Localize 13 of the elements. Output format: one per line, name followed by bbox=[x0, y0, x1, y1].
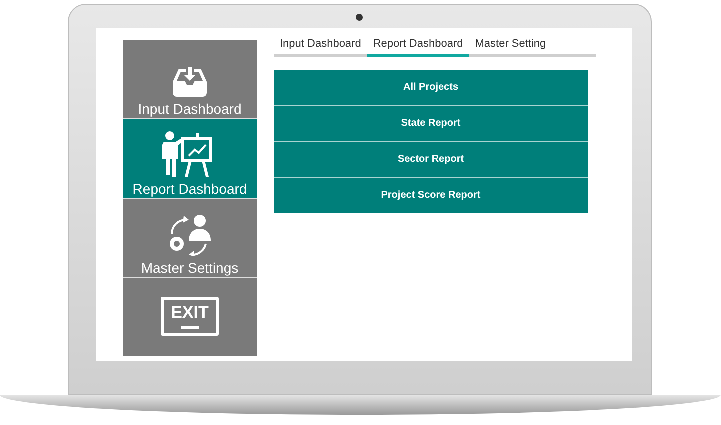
tab[interactable]: Master Setting bbox=[469, 36, 552, 57]
camera-icon bbox=[356, 14, 363, 21]
tab[interactable]: Input Dashboard bbox=[274, 36, 368, 57]
sidebar-item[interactable]: Report Dashboard bbox=[123, 119, 257, 198]
sidebar-item[interactable]: Input Dashboard bbox=[123, 40, 257, 118]
exit-button[interactable]: EXIT bbox=[123, 278, 257, 356]
sidebar-item[interactable]: Master Settings bbox=[123, 198, 257, 277]
report-button[interactable]: Project Score Report bbox=[274, 178, 588, 213]
report-button[interactable]: State Report bbox=[274, 106, 588, 141]
tab[interactable]: Report Dashboard bbox=[367, 36, 470, 57]
report-button[interactable]: All Projects bbox=[274, 70, 588, 105]
inbox-download-icon bbox=[173, 67, 207, 98]
report-button[interactable]: Sector Report bbox=[274, 142, 588, 177]
